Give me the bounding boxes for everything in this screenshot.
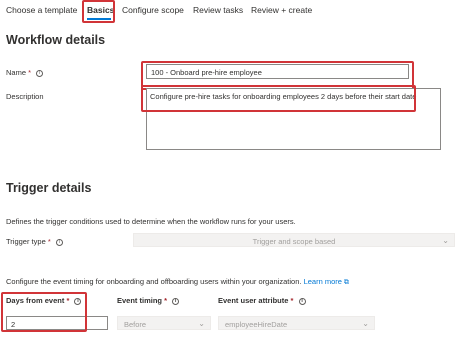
event-timing-label-text: Event timing	[117, 296, 163, 305]
required-marker: *	[290, 296, 294, 305]
event-timing-label: Event timing * i	[117, 296, 180, 305]
name-label: Name * i	[6, 68, 44, 77]
event-user-attribute-label: Event user attribute * i	[218, 296, 306, 305]
tab-review-create[interactable]: Review + create	[251, 5, 312, 15]
trigger-details-title: Trigger details	[6, 181, 92, 195]
info-icon[interactable]: i	[74, 297, 82, 305]
tab-choose-template[interactable]: Choose a template	[6, 5, 77, 15]
trigger-type-label: Trigger type * i	[6, 237, 63, 246]
event-timing-value: Before	[124, 320, 147, 329]
info-icon[interactable]: i	[172, 297, 180, 305]
chevron-down-icon: ⌄	[362, 319, 369, 328]
event-user-attribute-select: employeeHireDate ⌄	[218, 316, 375, 330]
chevron-down-icon: ⌄	[198, 319, 205, 328]
timing-intro-text: Configure the event timing for onboardin…	[6, 277, 302, 286]
info-icon[interactable]: i	[36, 69, 44, 77]
basics-tab-highlight	[82, 0, 115, 23]
tab-review-tasks[interactable]: Review tasks	[193, 5, 243, 15]
event-timing-select: Before ⌄	[117, 316, 211, 330]
description-label: Description	[6, 92, 44, 101]
trigger-type-select: Trigger and scope based ⌄	[133, 233, 455, 247]
required-marker: *	[66, 296, 70, 305]
learn-more-link[interactable]: Learn more	[304, 277, 342, 286]
trigger-type-label-text: Trigger type	[6, 237, 46, 246]
timing-intro: Configure the event timing for onboardin…	[6, 277, 349, 287]
trigger-type-value: Trigger and scope based	[252, 237, 336, 246]
trigger-intro-text: Defines the trigger conditions used to d…	[6, 217, 296, 226]
event-attr-label-text: Event user attribute	[218, 296, 289, 305]
required-marker: *	[47, 237, 51, 246]
workflow-details-title: Workflow details	[6, 33, 106, 47]
description-value: Configure pre-hire tasks for onboarding …	[150, 92, 417, 101]
days-from-event-label: Days from event * i	[6, 296, 82, 305]
required-marker: *	[28, 68, 32, 77]
chevron-down-icon: ⌄	[442, 236, 449, 245]
required-marker: *	[164, 296, 168, 305]
name-label-text: Name	[6, 68, 27, 77]
wizard-tabs: Choose a template Basics Configure scope…	[0, 0, 474, 24]
days-label-text: Days from event	[6, 296, 65, 305]
info-icon[interactable]: i	[298, 297, 306, 305]
info-icon[interactable]: i	[55, 238, 63, 246]
event-attr-value: employeeHireDate	[225, 320, 288, 329]
tab-configure-scope[interactable]: Configure scope	[122, 5, 184, 15]
external-link-icon: ⧉	[343, 278, 349, 286]
days-from-event-input[interactable]: 2	[6, 316, 108, 330]
name-input[interactable]: 100 - Onboard pre-hire employee	[146, 64, 409, 79]
